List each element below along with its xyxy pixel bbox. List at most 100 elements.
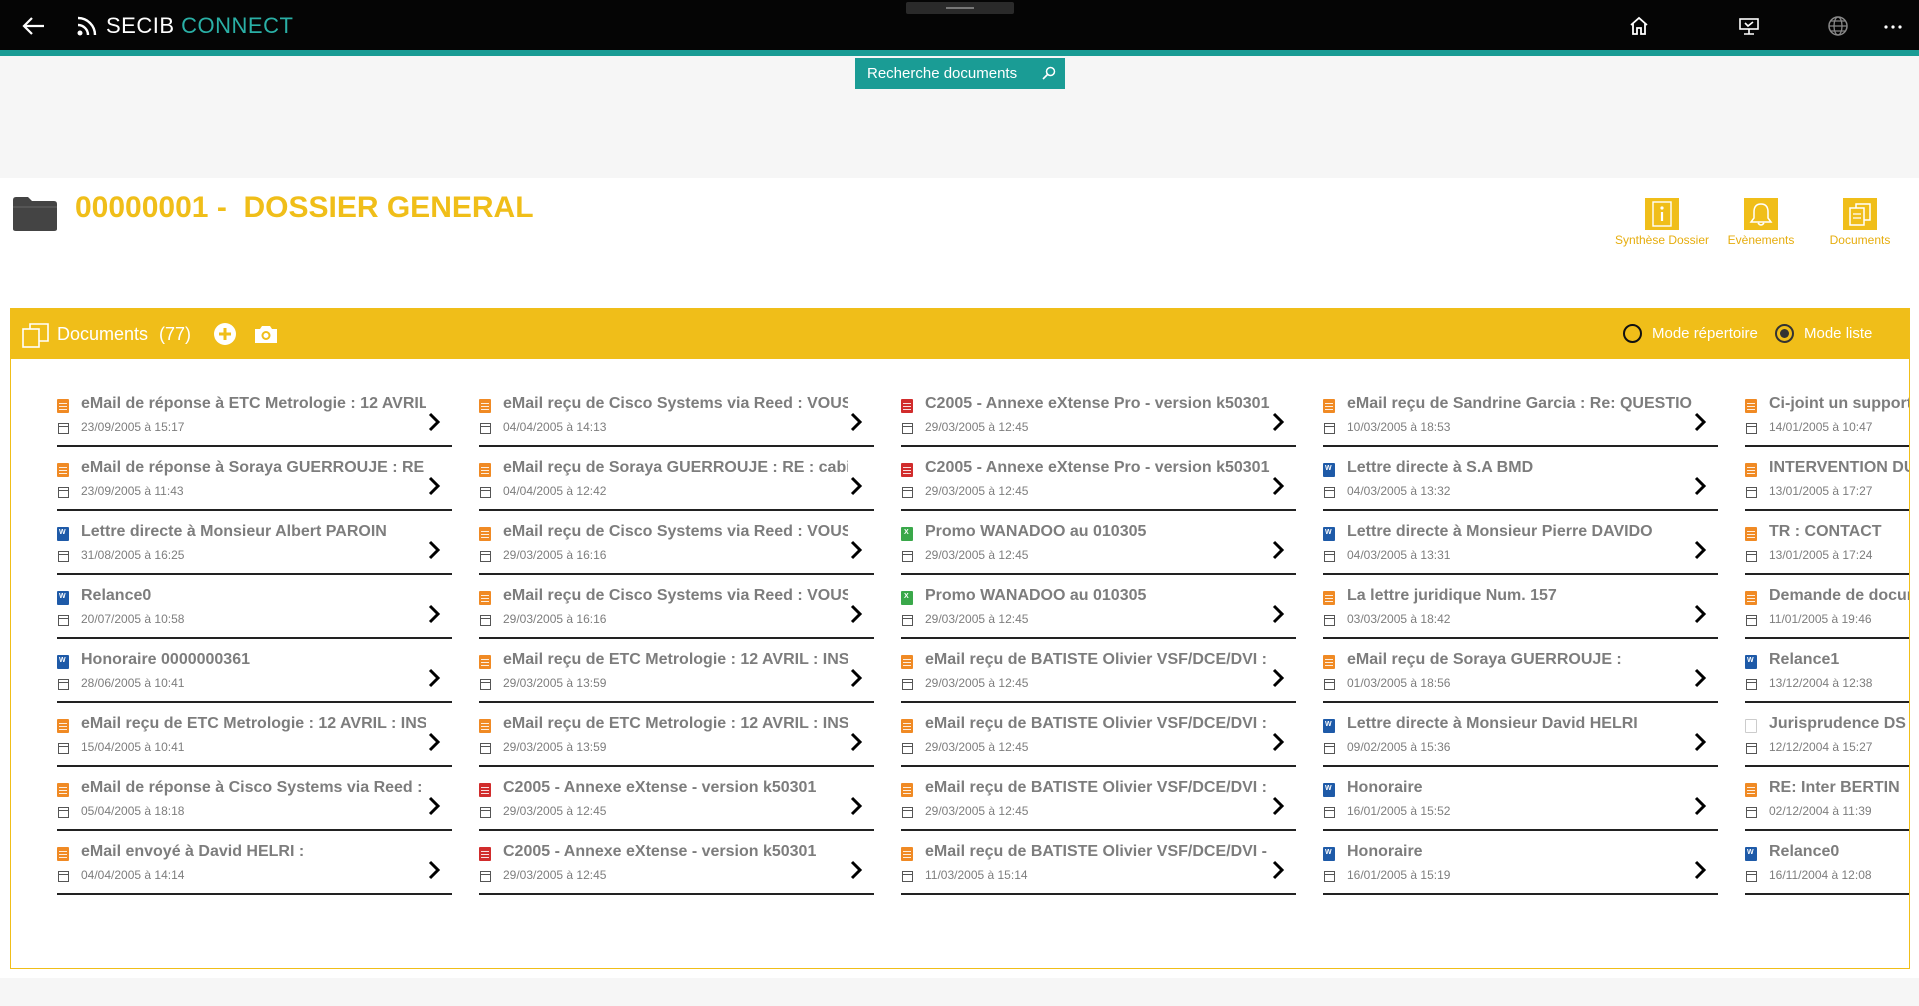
add-document-icon[interactable] [213, 322, 237, 346]
document-date: 05/04/2005 à 18:18 [81, 804, 185, 818]
document-item[interactable]: eMail reçu de BATISTE Olivier VSF/DCE/DV… [901, 713, 1296, 767]
document-item[interactable]: C2005 - Annexe eXtense - version k50301 2… [479, 841, 874, 895]
calendar-icon [1746, 679, 1757, 690]
document-item[interactable]: eMail reçu de Sandrine Garcia : Re: QUES… [1323, 393, 1718, 447]
evenements-button[interactable]: Evènements [1706, 198, 1816, 247]
back-arrow-icon[interactable] [20, 12, 48, 40]
document-item[interactable]: W Honoraire 16/01/2005 à 15:19 [1323, 841, 1718, 895]
document-date: 16/11/2004 à 12:08 [1769, 868, 1872, 882]
document-item[interactable]: W Lettre directe à Monsieur Pierre DAVIDO… [1323, 521, 1718, 575]
chevron-right-icon [1271, 731, 1285, 753]
document-item[interactable]: eMail reçu de Soraya GUERROUJE : 01/03/20… [1323, 649, 1718, 703]
document-item[interactable]: W Relance1 13/12/2004 à 12:38 [1745, 649, 1909, 703]
document-item[interactable]: W Lettre directe à S.A BMD 04/03/2005 à 13… [1323, 457, 1718, 511]
document-item[interactable]: eMail reçu de Cisco Systems via Reed : V… [479, 393, 874, 447]
document-item[interactable]: C2005 - Annexe eXtense Pro - version k50… [901, 393, 1296, 447]
document-item[interactable]: W Honoraire 0000000361 28/06/2005 à 10:41 [57, 649, 452, 703]
blank-file-icon [1745, 719, 1757, 733]
more-options-icon[interactable] [1880, 13, 1906, 39]
document-item[interactable]: X Promo WANADOO au 010305 29/03/2005 à 12:… [901, 585, 1296, 639]
document-item[interactable]: X Promo WANADOO au 010305 29/03/2005 à 12:… [901, 521, 1296, 575]
document-item[interactable]: eMail reçu de BATISTE Olivier VSF/DCE/DV… [901, 649, 1296, 703]
document-item[interactable]: eMail envoyé à David HELRI : 04/04/2005 à… [57, 841, 452, 895]
mode-repertoire-radio[interactable]: Mode répertoire [1623, 324, 1758, 343]
document-title: eMail reçu de Soraya GUERROUJE : RE : ca… [503, 459, 848, 476]
document-item[interactable]: eMail de réponse à ETC Metrologie : 12 A… [57, 393, 452, 447]
email-file-icon [901, 655, 913, 669]
window-drag-handle[interactable] [906, 2, 1014, 14]
excel-file-icon: X [901, 591, 913, 605]
document-item[interactable]: W Lettre directe à Monsieur Albert PAROIN… [57, 521, 452, 575]
document-item[interactable]: eMail reçu de ETC Metrologie : 12 AVRIL … [57, 713, 452, 767]
document-title: Lettre directe à Monsieur Pierre DAVIDO [1347, 523, 1653, 540]
document-date: 29/03/2005 à 12:45 [925, 484, 1029, 498]
document-item[interactable]: eMail reçu de BATISTE Olivier VSF/DCE/DV… [901, 841, 1296, 895]
email-file-icon [1745, 399, 1757, 413]
document-item[interactable]: eMail reçu de Cisco Systems via Reed : V… [479, 521, 874, 575]
document-date: 31/08/2005 à 16:25 [81, 548, 185, 562]
email-file-icon [479, 591, 491, 605]
document-item[interactable]: eMail reçu de Cisco Systems via Reed : V… [479, 585, 874, 639]
documents-button[interactable]: Documents [1805, 198, 1915, 247]
document-item[interactable]: eMail reçu de ETC Metrologie : 12 AVRIL … [479, 713, 874, 767]
chevron-right-icon [1693, 475, 1707, 497]
email-file-icon [1323, 591, 1335, 605]
calendar-icon [58, 679, 69, 690]
email-file-icon [1323, 655, 1335, 669]
document-date: 29/03/2005 à 13:59 [503, 676, 607, 690]
document-title: eMail reçu de BATISTE Olivier VSF/DCE/DV… [925, 651, 1268, 668]
documents-panel: Documents (77) Mode répertoire Mode list… [10, 308, 1910, 969]
document-item[interactable]: Demande de document 11/01/2005 à 19:46 [1745, 585, 1909, 639]
document-item[interactable]: eMail de réponse à Soraya GUERROUJE : RE… [57, 457, 452, 511]
document-item[interactable]: La lettre juridique Num. 157 03/03/2005 à… [1323, 585, 1718, 639]
home-icon[interactable] [1626, 13, 1652, 39]
document-item[interactable]: RE: Inter BERTIN 02/12/2004 à 11:39 [1745, 777, 1909, 831]
document-title: Promo WANADOO au 010305 [925, 587, 1147, 604]
document-date: 04/03/2005 à 13:32 [1347, 484, 1451, 498]
chevron-right-icon [427, 859, 441, 881]
document-date: 04/04/2005 à 14:14 [81, 868, 185, 882]
email-file-icon [1745, 527, 1757, 541]
document-item[interactable]: eMail de réponse à Cisco Systems via Ree… [57, 777, 452, 831]
chevron-right-icon [427, 411, 441, 433]
email-file-icon [901, 719, 913, 733]
chevron-right-icon [427, 667, 441, 689]
document-date: 23/09/2005 à 11:43 [81, 484, 184, 498]
document-title: Lettre directe à Monsieur Albert PAROIN [81, 523, 387, 540]
document-item[interactable]: W Relance0 20/07/2005 à 10:58 [57, 585, 452, 639]
calendar-icon [480, 423, 491, 434]
chevron-right-icon [1693, 539, 1707, 561]
chevron-right-icon [1693, 731, 1707, 753]
document-item[interactable]: W Lettre directe à Monsieur David HELRI 09… [1323, 713, 1718, 767]
document-title: Lettre directe à S.A BMD [1347, 459, 1534, 476]
agenda-icon[interactable] [1736, 13, 1762, 39]
document-title: Jurisprudence DS D [1769, 715, 1910, 732]
document-title: eMail reçu de Cisco Systems via Reed : V… [503, 395, 848, 412]
synthese-dossier-button[interactable]: Synthèse Dossier [1607, 198, 1717, 247]
chevron-right-icon [849, 859, 863, 881]
mode-liste-radio[interactable]: Mode liste [1775, 324, 1872, 343]
document-title: INTERVENTION DU [1769, 459, 1910, 476]
calendar-icon [58, 615, 69, 626]
document-item[interactable]: eMail reçu de Soraya GUERROUJE : RE : ca… [479, 457, 874, 511]
chevron-right-icon [1693, 795, 1707, 817]
globe-icon[interactable] [1825, 13, 1851, 39]
document-item[interactable]: Jurisprudence DS D 12/12/2004 à 15:27 [1745, 713, 1910, 767]
document-item[interactable]: C2005 - Annexe eXtense - version k50301 2… [479, 777, 874, 831]
document-date: 29/03/2005 à 12:45 [925, 804, 1029, 818]
document-item[interactable]: eMail reçu de BATISTE Olivier VSF/DCE/DV… [901, 777, 1296, 831]
document-item[interactable]: eMail reçu de ETC Metrologie : 12 AVRIL … [479, 649, 874, 703]
camera-icon[interactable] [253, 323, 279, 345]
calendar-icon [1746, 871, 1757, 882]
document-item[interactable]: C2005 - Annexe eXtense Pro - version k50… [901, 457, 1296, 511]
document-date: 29/03/2005 à 13:59 [503, 740, 607, 754]
document-item[interactable]: W Honoraire 16/01/2005 à 15:52 [1323, 777, 1718, 831]
document-date: 04/04/2005 à 14:13 [503, 420, 607, 434]
brand-suffix: CONNECT [181, 13, 294, 38]
document-item[interactable]: Ci-joint un support 14/01/2005 à 10:47 [1745, 393, 1909, 447]
search-documents-button[interactable]: Recherche documents [855, 58, 1065, 89]
document-item[interactable]: W Relance0 16/11/2004 à 12:08 [1745, 841, 1909, 895]
chevron-right-icon [849, 795, 863, 817]
document-item[interactable]: TR : CONTACT 13/01/2005 à 17:24 [1745, 521, 1909, 575]
document-item[interactable]: INTERVENTION DU 13/01/2005 à 17:27 [1745, 457, 1910, 511]
